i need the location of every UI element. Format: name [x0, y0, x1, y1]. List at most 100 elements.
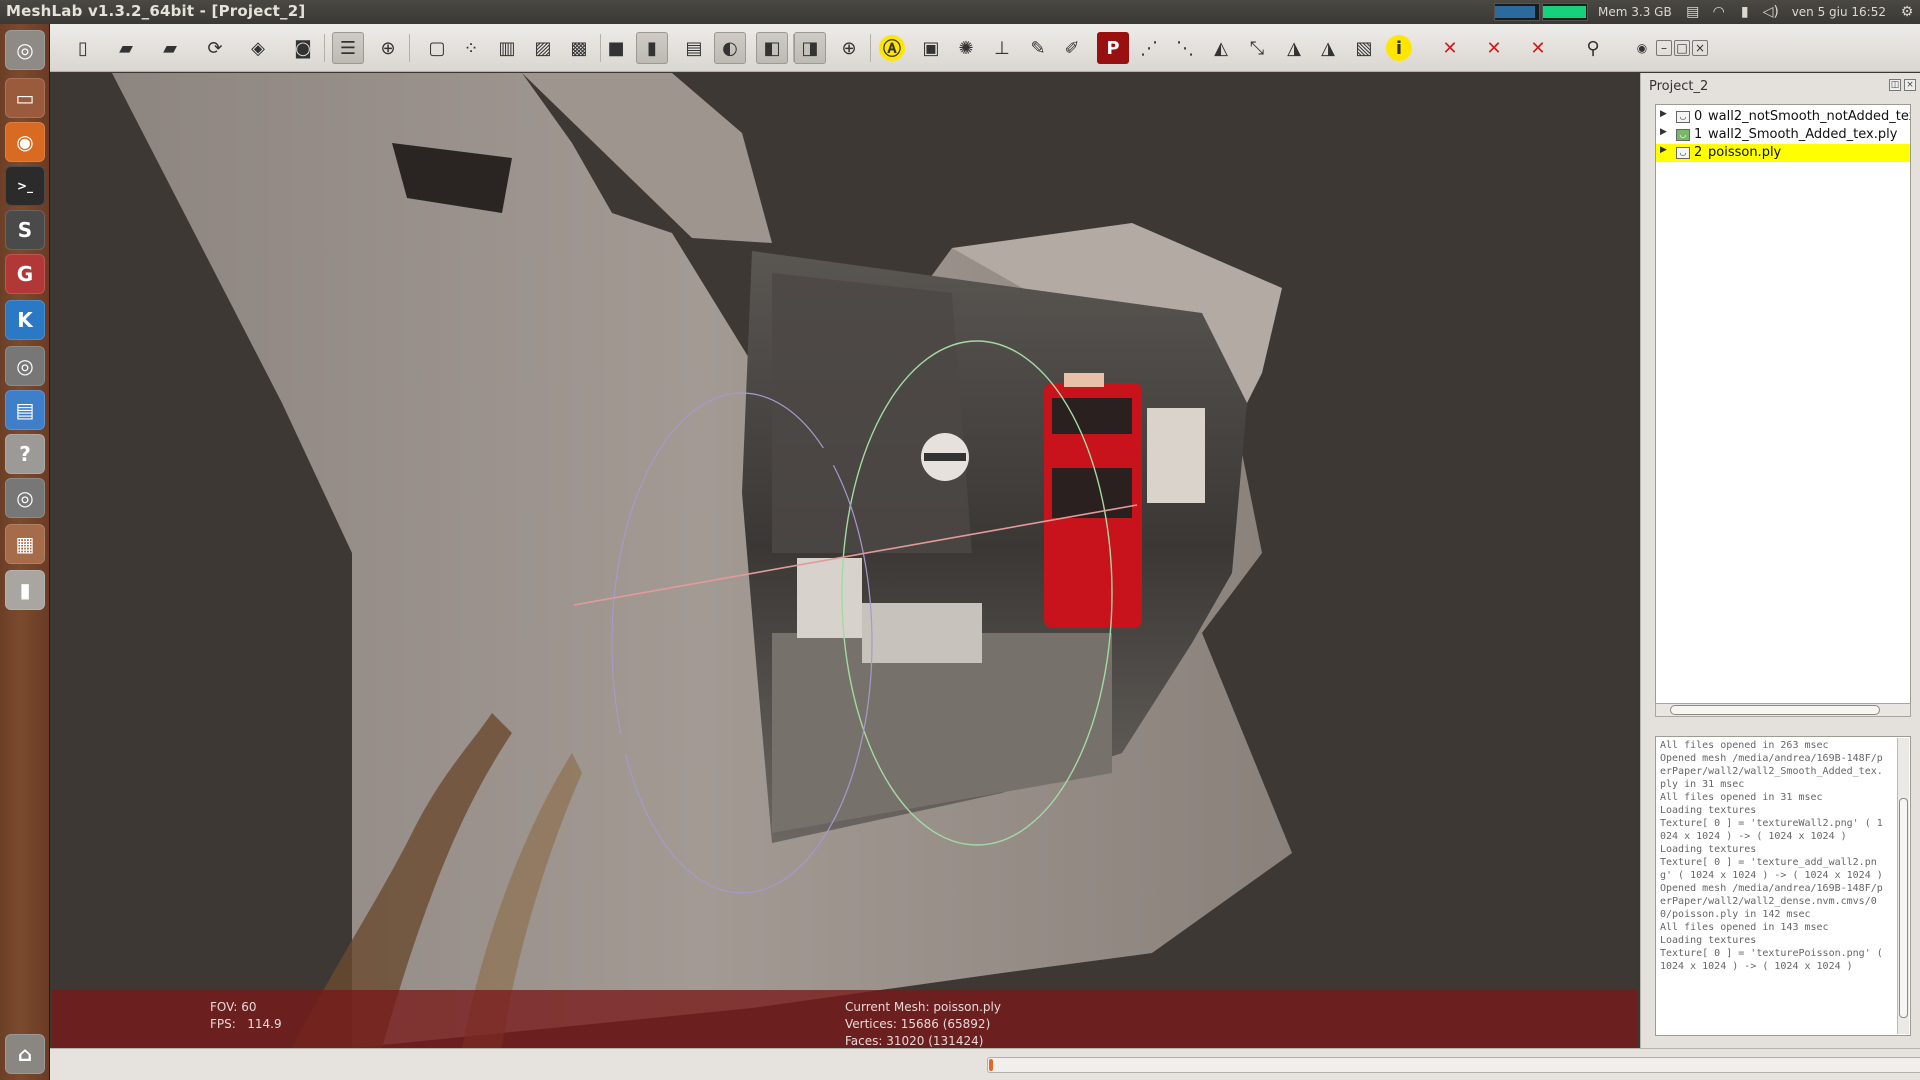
white-van	[797, 558, 862, 638]
flat-lines-icon[interactable]: ▩	[563, 32, 595, 64]
document-icon[interactable]: ▤	[5, 390, 45, 430]
3d-viewport[interactable]: FOV: 60 FPS: 114.9 Current Mesh: poisson…	[52, 73, 1638, 1048]
layer-name: poisson.ply	[1708, 145, 1782, 160]
question-icon[interactable]: ?	[5, 434, 45, 474]
new-document-icon[interactable]: ▯	[67, 32, 99, 64]
camera-icon[interactable]: ◙	[287, 32, 319, 64]
log-window[interactable]: All files opened in 263 msec Opened mesh…	[1655, 736, 1911, 1036]
sublime-text-icon[interactable]: S	[5, 210, 45, 250]
fix-mesh-2-icon[interactable]: ◮	[1312, 32, 1344, 64]
info-icon[interactable]: i	[1386, 35, 1412, 61]
eye-icon[interactable]: ◉	[1634, 40, 1650, 56]
flat-shading-icon[interactable]: ■	[600, 32, 632, 64]
trash-icon[interactable]: ⌂	[5, 1034, 45, 1074]
visibility-eye-icon[interactable]: ◡	[1676, 129, 1690, 141]
eye-icon[interactable]: ◎	[5, 478, 45, 518]
visibility-eye-icon[interactable]: ◡	[1676, 147, 1690, 159]
wifi-icon[interactable]: ◠	[1708, 4, 1730, 20]
restore-icon[interactable]: □	[1674, 40, 1690, 56]
texture-icon[interactable]: ▤	[678, 32, 710, 64]
points-icon[interactable]: ⁘	[455, 32, 487, 64]
open-folder-icon[interactable]: ▰	[110, 32, 142, 64]
toolbar-separator	[324, 34, 325, 62]
git-icon[interactable]: G	[5, 254, 45, 294]
fix-mesh-icon[interactable]: ◮	[1278, 32, 1310, 64]
cpu-meter[interactable]	[1494, 3, 1541, 21]
select-connected-icon[interactable]: ⋱	[1169, 32, 1201, 64]
battery-icon[interactable]: ▮	[1734, 4, 1756, 20]
bus-window-upper	[1052, 398, 1132, 434]
close-panel-button[interactable]: ×	[1904, 79, 1916, 91]
globe-icon[interactable]: ⊕	[372, 32, 404, 64]
usb-drive-icon[interactable]: ▮	[5, 570, 45, 610]
terrain-icon[interactable]: ▧	[1348, 32, 1380, 64]
bbox-icon[interactable]: ▢	[421, 32, 453, 64]
raster-icon[interactable]: ▣	[915, 32, 947, 64]
light-bulb-icon[interactable]: ◐	[714, 32, 746, 64]
annotation-icon[interactable]: Ⓐ	[879, 35, 905, 61]
minimize-icon[interactable]: –	[1656, 40, 1672, 56]
photo-buildings	[772, 273, 972, 553]
axes-icon[interactable]: ⊥	[986, 32, 1018, 64]
select-icon[interactable]: ✎	[1022, 32, 1054, 64]
import-folder-icon[interactable]: ▰	[154, 32, 186, 64]
reload-icon[interactable]: ⟳	[199, 32, 231, 64]
color-map-icon[interactable]: ◭	[1205, 32, 1237, 64]
gear-icon[interactable]: ⚙	[1896, 4, 1918, 20]
keyboard-icon[interactable]: ▤	[1682, 4, 1704, 20]
file-manager-icon[interactable]: ▭	[5, 78, 45, 118]
log-scroll-thumb[interactable]	[1899, 798, 1908, 1018]
scroll-thumb[interactable]	[1670, 705, 1880, 715]
panel-title: Project_2	[1649, 79, 1709, 94]
hidden-lines-icon[interactable]: ▨	[527, 32, 559, 64]
current-mesh-label: Current Mesh: poisson.ply	[845, 1000, 1001, 1014]
clock[interactable]: ven 5 giu 16:52	[1792, 5, 1886, 19]
backface-icon[interactable]: ◧	[756, 32, 788, 64]
terminal-icon[interactable]: >_	[5, 166, 45, 206]
expand-arrow-icon[interactable]: ▶	[1660, 109, 1667, 119]
close-icon[interactable]: ×	[1692, 40, 1708, 56]
expand-arrow-icon[interactable]: ▶	[1660, 127, 1667, 137]
ubuntu-logo-icon[interactable]: ◎	[5, 30, 45, 70]
top-panel: MeshLab v1.3.2_64bit - [Project_2] Mem 3…	[0, 0, 1920, 24]
smooth-shading-icon[interactable]: ▮	[636, 32, 668, 64]
firefox-icon[interactable]: ◉	[5, 122, 45, 162]
save-icon[interactable]: ◈	[242, 32, 274, 64]
pickpoints-icon[interactable]: P	[1097, 32, 1129, 64]
layer-name: wall2_notSmooth_notAdded_tex.ply	[1708, 109, 1910, 124]
window-title: MeshLab v1.3.2_64bit - [Project_2]	[6, 2, 306, 20]
bus-window-lower	[1052, 468, 1132, 518]
toolbar-separator	[870, 34, 871, 62]
manipulate-icon[interactable]: ⤡	[1241, 32, 1273, 64]
toolbar-separator	[409, 34, 410, 62]
delete-icon[interactable]: ✕	[1434, 32, 1466, 64]
wireframe-icon[interactable]: ▥	[491, 32, 523, 64]
layer-index: 1	[1694, 127, 1703, 142]
delete-vertex-icon[interactable]: ✕	[1478, 32, 1510, 64]
layer-list-hscroll[interactable]	[1655, 703, 1911, 717]
log-vscroll[interactable]	[1897, 738, 1909, 1034]
layers-icon[interactable]: ☰	[332, 32, 364, 64]
layer-row[interactable]: ▶ ◡ 2 poisson.ply	[1656, 144, 1910, 162]
double-side-icon[interactable]: ◨	[794, 32, 826, 64]
eye-icon[interactable]: ◎	[5, 346, 45, 386]
float-panel-button[interactable]: ◫	[1889, 79, 1901, 91]
memory-meter[interactable]	[1542, 3, 1589, 21]
fps-label: FPS: 114.9	[210, 1017, 282, 1031]
layer-dialog: Project_2 ◫ × ▶ ◡ 0 wall2_notSmooth_notAdde…	[1640, 73, 1920, 1048]
spreadsheet-icon[interactable]: ▦	[5, 524, 45, 564]
volume-icon[interactable]: ◁)	[1760, 4, 1782, 20]
layer-row[interactable]: ▶ ◡ 1 wall2_Smooth_Added_tex.ply	[1656, 126, 1910, 144]
kde-icon[interactable]: K	[5, 300, 45, 340]
delete-all-icon[interactable]: ✕	[1522, 32, 1554, 64]
visibility-eye-icon[interactable]: ◡	[1676, 111, 1690, 123]
search-icon[interactable]: ⚲	[1577, 32, 1609, 64]
layer-list[interactable]: ▶ ◡ 0 wall2_notSmooth_notAdded_tex.ply ▶ ◡ 1 wa…	[1655, 104, 1911, 704]
select-vertices-icon[interactable]: ⋰	[1133, 32, 1165, 64]
crosshair-icon[interactable]: ⊕	[833, 32, 865, 64]
street-poster	[1147, 408, 1205, 503]
brush-icon[interactable]: ✐	[1056, 32, 1088, 64]
paint-icon[interactable]: ✺	[950, 32, 982, 64]
layer-row[interactable]: ▶ ◡ 0 wall2_notSmooth_notAdded_tex.ply	[1656, 108, 1910, 126]
expand-arrow-icon[interactable]: ▶	[1660, 145, 1667, 155]
